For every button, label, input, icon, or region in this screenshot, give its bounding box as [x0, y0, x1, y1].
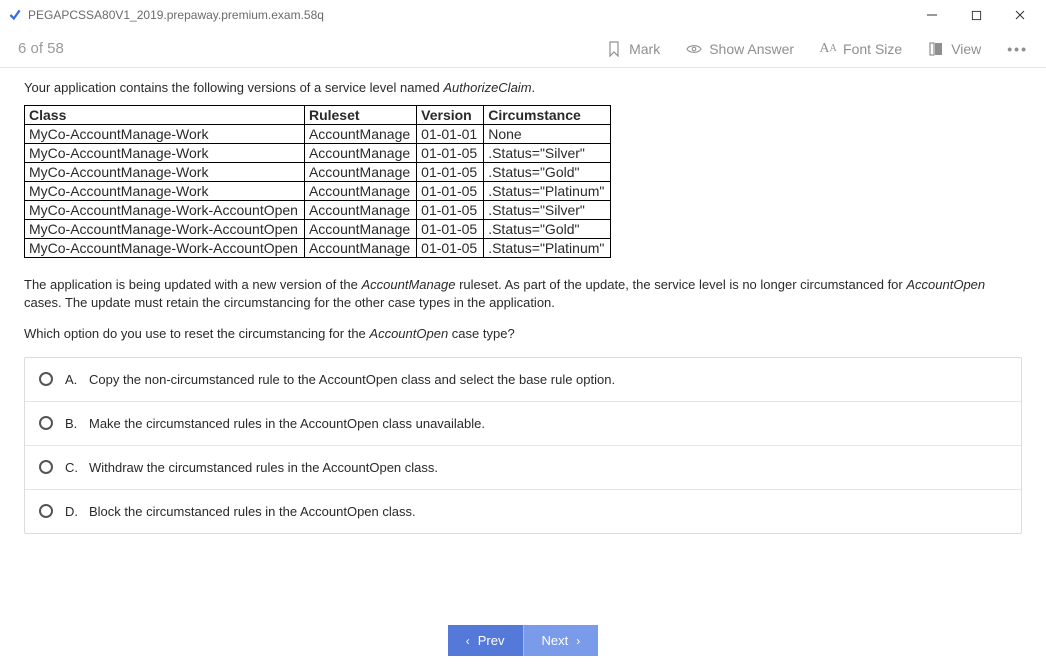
table-cell: AccountManage	[304, 182, 416, 201]
more-button[interactable]: •••	[1007, 41, 1028, 57]
next-button[interactable]: Next ›	[523, 625, 599, 656]
answer-option-b[interactable]: B.Make the circumstanced rules in the Ac…	[25, 402, 1021, 446]
table-cell: .Status="Gold"	[484, 220, 611, 239]
table-cell: MyCo-AccountManage-Work	[25, 182, 305, 201]
font-size-icon: AA	[820, 41, 836, 57]
maximize-button[interactable]	[954, 0, 998, 30]
answer-options: A.Copy the non-circumstanced rule to the…	[24, 357, 1022, 534]
font-size-button[interactable]: AA Font Size	[820, 41, 902, 57]
toolbar: 6 of 58 Mark Show Answer AA Font Size Vi…	[0, 30, 1046, 68]
col-class: Class	[25, 106, 305, 125]
table-row: MyCo-AccountManage-WorkAccountManage01-0…	[25, 163, 611, 182]
sla-table: Class Ruleset Version Circumstance MyCo-…	[24, 105, 611, 258]
table-cell: AccountManage	[304, 144, 416, 163]
option-label: A.Copy the non-circumstanced rule to the…	[65, 372, 615, 387]
window-titlebar: PEGAPCSSA80V1_2019.prepaway.premium.exam…	[0, 0, 1046, 30]
table-cell: MyCo-AccountManage-Work	[25, 163, 305, 182]
question-paragraph: The application is being updated with a …	[24, 276, 1022, 311]
table-cell: MyCo-AccountManage-Work-AccountOpen	[25, 220, 305, 239]
show-answer-label: Show Answer	[709, 41, 794, 57]
option-label: B.Make the circumstanced rules in the Ac…	[65, 416, 485, 431]
table-cell: 01-01-05	[417, 220, 484, 239]
table-cell: None	[484, 125, 611, 144]
table-row: MyCo-AccountManage-Work-AccountOpenAccou…	[25, 220, 611, 239]
chevron-left-icon: ‹	[466, 634, 470, 648]
table-cell: .Status="Silver"	[484, 201, 611, 220]
font-size-label: Font Size	[843, 41, 902, 57]
answer-option-a[interactable]: A.Copy the non-circumstanced rule to the…	[25, 358, 1021, 402]
nav-bar: ‹ Prev Next ›	[0, 625, 1046, 656]
table-cell: AccountManage	[304, 201, 416, 220]
eye-icon	[686, 41, 702, 57]
radio-icon	[39, 372, 53, 386]
option-label: C.Withdraw the circumstanced rules in th…	[65, 460, 438, 475]
col-circumstance: Circumstance	[484, 106, 611, 125]
radio-icon	[39, 504, 53, 518]
table-cell: AccountManage	[304, 220, 416, 239]
table-cell: 01-01-05	[417, 182, 484, 201]
table-cell: 01-01-05	[417, 163, 484, 182]
table-row: MyCo-AccountManage-Work-AccountOpenAccou…	[25, 201, 611, 220]
table-cell: 01-01-05	[417, 239, 484, 258]
bookmark-icon	[606, 41, 622, 57]
question-intro: Your application contains the following …	[24, 80, 1022, 95]
answer-option-c[interactable]: C.Withdraw the circumstanced rules in th…	[25, 446, 1021, 490]
question-ask: Which option do you use to reset the cir…	[24, 325, 1022, 343]
question-counter: 6 of 58	[18, 40, 606, 57]
table-cell: 01-01-01	[417, 125, 484, 144]
table-cell: .Status="Platinum"	[484, 182, 611, 201]
app-check-icon	[8, 8, 22, 22]
table-cell: MyCo-AccountManage-Work-AccountOpen	[25, 239, 305, 258]
next-label: Next	[542, 633, 569, 648]
radio-icon	[39, 416, 53, 430]
table-cell: 01-01-05	[417, 144, 484, 163]
option-label: D.Block the circumstanced rules in the A…	[65, 504, 416, 519]
table-cell: MyCo-AccountManage-Work-AccountOpen	[25, 201, 305, 220]
table-row: MyCo-AccountManage-WorkAccountManage01-0…	[25, 182, 611, 201]
question-content: Your application contains the following …	[0, 68, 1046, 546]
chevron-right-icon: ›	[576, 634, 580, 648]
minimize-button[interactable]	[910, 0, 954, 30]
table-cell: .Status="Silver"	[484, 144, 611, 163]
view-label: View	[951, 41, 981, 57]
view-icon	[928, 41, 944, 57]
table-cell: AccountManage	[304, 163, 416, 182]
mark-button[interactable]: Mark	[606, 41, 660, 57]
view-button[interactable]: View	[928, 41, 981, 57]
table-row: MyCo-AccountManage-WorkAccountManage01-0…	[25, 125, 611, 144]
table-cell: 01-01-05	[417, 201, 484, 220]
table-cell: AccountManage	[304, 239, 416, 258]
radio-icon	[39, 460, 53, 474]
more-icon: •••	[1007, 41, 1028, 57]
table-cell: .Status="Gold"	[484, 163, 611, 182]
table-cell: MyCo-AccountManage-Work	[25, 125, 305, 144]
prev-button[interactable]: ‹ Prev	[448, 625, 523, 656]
col-ruleset: Ruleset	[304, 106, 416, 125]
prev-label: Prev	[478, 633, 505, 648]
close-button[interactable]	[998, 0, 1042, 30]
table-row: MyCo-AccountManage-Work-AccountOpenAccou…	[25, 239, 611, 258]
window-title: PEGAPCSSA80V1_2019.prepaway.premium.exam…	[28, 8, 910, 22]
window-buttons	[910, 0, 1042, 30]
answer-option-d[interactable]: D.Block the circumstanced rules in the A…	[25, 490, 1021, 533]
mark-label: Mark	[629, 41, 660, 57]
table-cell: AccountManage	[304, 125, 416, 144]
table-cell: MyCo-AccountManage-Work	[25, 144, 305, 163]
table-cell: .Status="Platinum"	[484, 239, 611, 258]
table-row: MyCo-AccountManage-WorkAccountManage01-0…	[25, 144, 611, 163]
show-answer-button[interactable]: Show Answer	[686, 41, 794, 57]
col-version: Version	[417, 106, 484, 125]
